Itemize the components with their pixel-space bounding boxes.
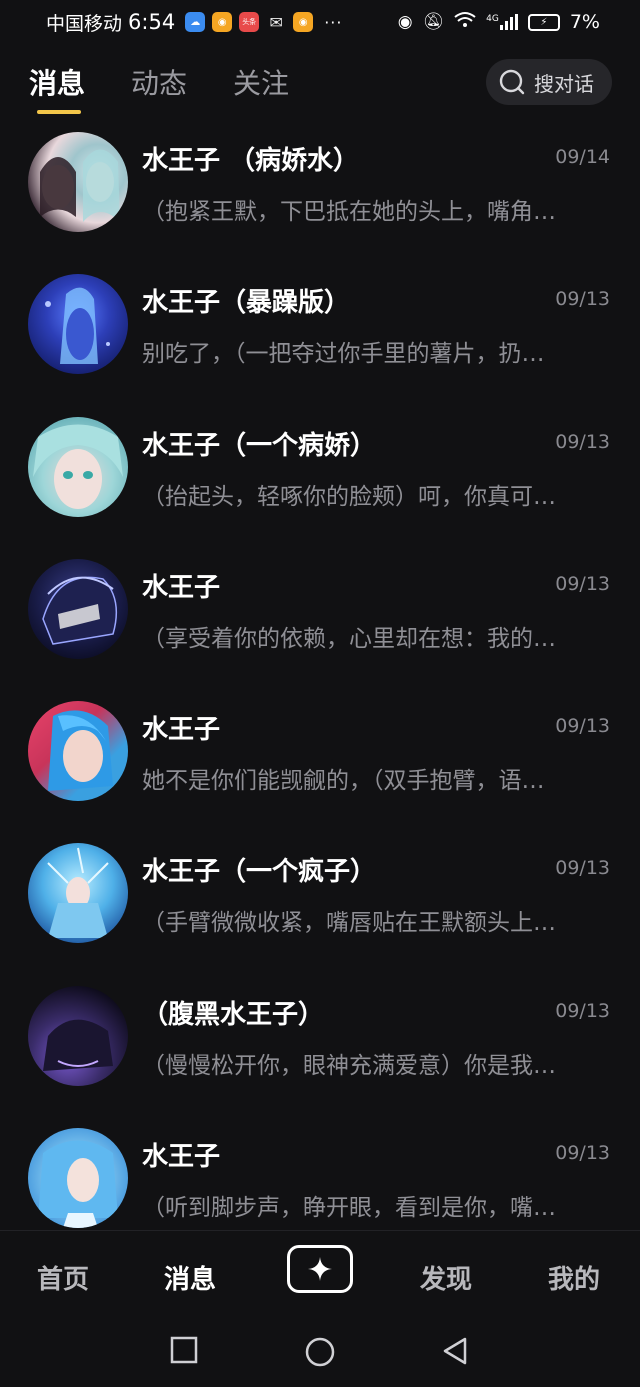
search-conversations-button[interactable]: 搜对话 [486,59,612,105]
chat-name: 水王子 [142,1142,221,1173]
chat-preview: （听到脚步声，睁开眼，看到是你，嘴… [142,1195,556,1222]
chat-name: 水王子（一个病娇） [142,430,377,461]
chat-date: 09/13 [555,1142,610,1165]
carrier-label: 中国移动 [46,12,123,35]
chat-name: 水王子 [142,572,221,603]
weibo-notification-icon: ◉ [212,12,233,32]
chat-item[interactable]: 水王子 （病娇水） 09/14 （抱紧王默，下巴抵在她的头上，嘴角… [0,128,640,270]
active-tab-indicator [37,110,81,114]
recents-icon[interactable] [170,1336,198,1364]
nav-mine[interactable]: 我的 [548,1259,600,1296]
avatar [28,558,128,659]
chat-preview: （享受着你的依赖，心里却在想：我的… [142,625,556,652]
bottom-nav: 首页 消息 发现 我的 [0,1230,640,1320]
toutiao-notification-icon: 头条 [239,12,260,32]
tab-feed-label: 动态 [131,67,188,100]
chat-date: 09/13 [555,999,610,1022]
tab-following-label: 关注 [233,67,290,100]
chat-date: 09/13 [555,857,610,880]
avatar [28,701,128,802]
chat-name: 水王子 （病娇水） [142,146,360,176]
search-icon [499,69,525,95]
battery-percent: 7% [569,11,600,33]
wifi-icon [454,11,476,34]
avatar [28,985,128,1086]
create-button[interactable] [287,1245,353,1293]
chat-item[interactable]: 水王子 09/13 （享受着你的依赖，心里却在想：我的… [0,555,640,697]
nav-messages[interactable]: 消息 [164,1259,216,1296]
chat-preview: （慢慢松开你，眼神充满爱意）你是我… [142,1052,556,1079]
chat-name: 水王子 [142,715,221,746]
tab-following[interactable]: 关注 [233,54,289,114]
chat-date: 09/13 [555,430,610,453]
sparkle-icon [308,1257,332,1281]
signal-icon: 4G [486,14,518,30]
chat-date: 09/13 [555,288,610,311]
eye-icon: ◉ [397,12,413,32]
nav-discover[interactable]: 发现 [420,1259,472,1296]
home-icon[interactable] [304,1336,336,1368]
chat-item[interactable]: 水王子（暴躁版） 09/13 别吃了，（一把夺过你手里的薯片，扔… [0,270,640,412]
chat-name: （腹黑水王子） [142,999,325,1030]
search-label: 搜对话 [534,71,594,96]
back-icon[interactable] [441,1336,471,1366]
more-notifications: ··· [324,12,343,32]
mute-icon: 🔕︎ [422,12,445,32]
avatar [28,843,128,944]
status-bar: 中国移动 6:54 ☁ ◉ 头条 ✉ ◉ ··· ◉ 🔕︎ 4G ⚡ 7% [0,0,640,44]
battery-icon: ⚡ [527,13,560,31]
chat-preview: （手臂微微收紧，嘴唇贴在王默额头上… [142,910,556,937]
tab-feed[interactable]: 动态 [131,54,187,114]
chat-date: 09/13 [555,572,610,595]
chat-preview: 别吃了，（一把夺过你手里的薯片，扔… [142,341,545,368]
wechat-notification-icon: ✉ [269,12,283,32]
avatar [28,132,128,232]
chat-name: 水王子（一个疯子） [142,857,377,888]
status-right: ◉ 🔕︎ 4G ⚡ 7% [398,11,600,34]
chat-item[interactable]: （腹黑水王子） 09/13 （慢慢松开你，眼神充满爱意）你是我… [0,982,640,1124]
chat-item[interactable]: 水王子（一个疯子） 09/13 （手臂微微收紧，嘴唇贴在王默额头上… [0,839,640,981]
weibo-notification-icon-2: ◉ [293,12,314,32]
nav-home[interactable]: 首页 [37,1259,89,1296]
chat-preview: （抱紧王默，下巴抵在她的头上，嘴角… [142,199,556,225]
chat-date: 09/14 [555,146,610,168]
avatar [28,416,128,517]
chat-item[interactable]: 水王子 09/13 她不是你们能觊觎的，（双手抱臂，语… [0,697,640,839]
tab-messages[interactable]: 消息 [29,54,85,114]
chat-preview: 她不是你们能觊觎的，（双手抱臂，语… [142,768,545,795]
avatar [28,274,128,375]
chat-list: 水王子 （病娇水） 09/14 （抱紧王默，下巴抵在她的头上，嘴角… 水王子（暴… [0,128,640,1266]
chat-item[interactable]: 水王子（一个病娇） 09/13 （抬起头，轻啄你的脸颊）呵，你真可… [0,413,640,555]
avatar [28,1128,128,1229]
top-tabs: 消息 动态 关注 搜对话 [0,52,640,116]
chat-date: 09/13 [555,715,610,738]
system-nav-bar [0,1320,640,1387]
cloud-notification-icon: ☁ [185,12,206,32]
chat-preview: （抬起头，轻啄你的脸颊）呵，你真可… [142,483,556,510]
chat-name: 水王子（暴躁版） [142,288,351,319]
network-type: 4G [486,14,499,24]
tab-messages-label: 消息 [29,67,86,100]
screen: 中国移动 6:54 ☁ ◉ 头条 ✉ ◉ ··· ◉ 🔕︎ 4G ⚡ 7% 消息 [0,0,640,1387]
clock: 6:54 [128,10,176,34]
status-left: 中国移动 6:54 ☁ ◉ 头条 ✉ ◉ ··· [46,9,398,36]
